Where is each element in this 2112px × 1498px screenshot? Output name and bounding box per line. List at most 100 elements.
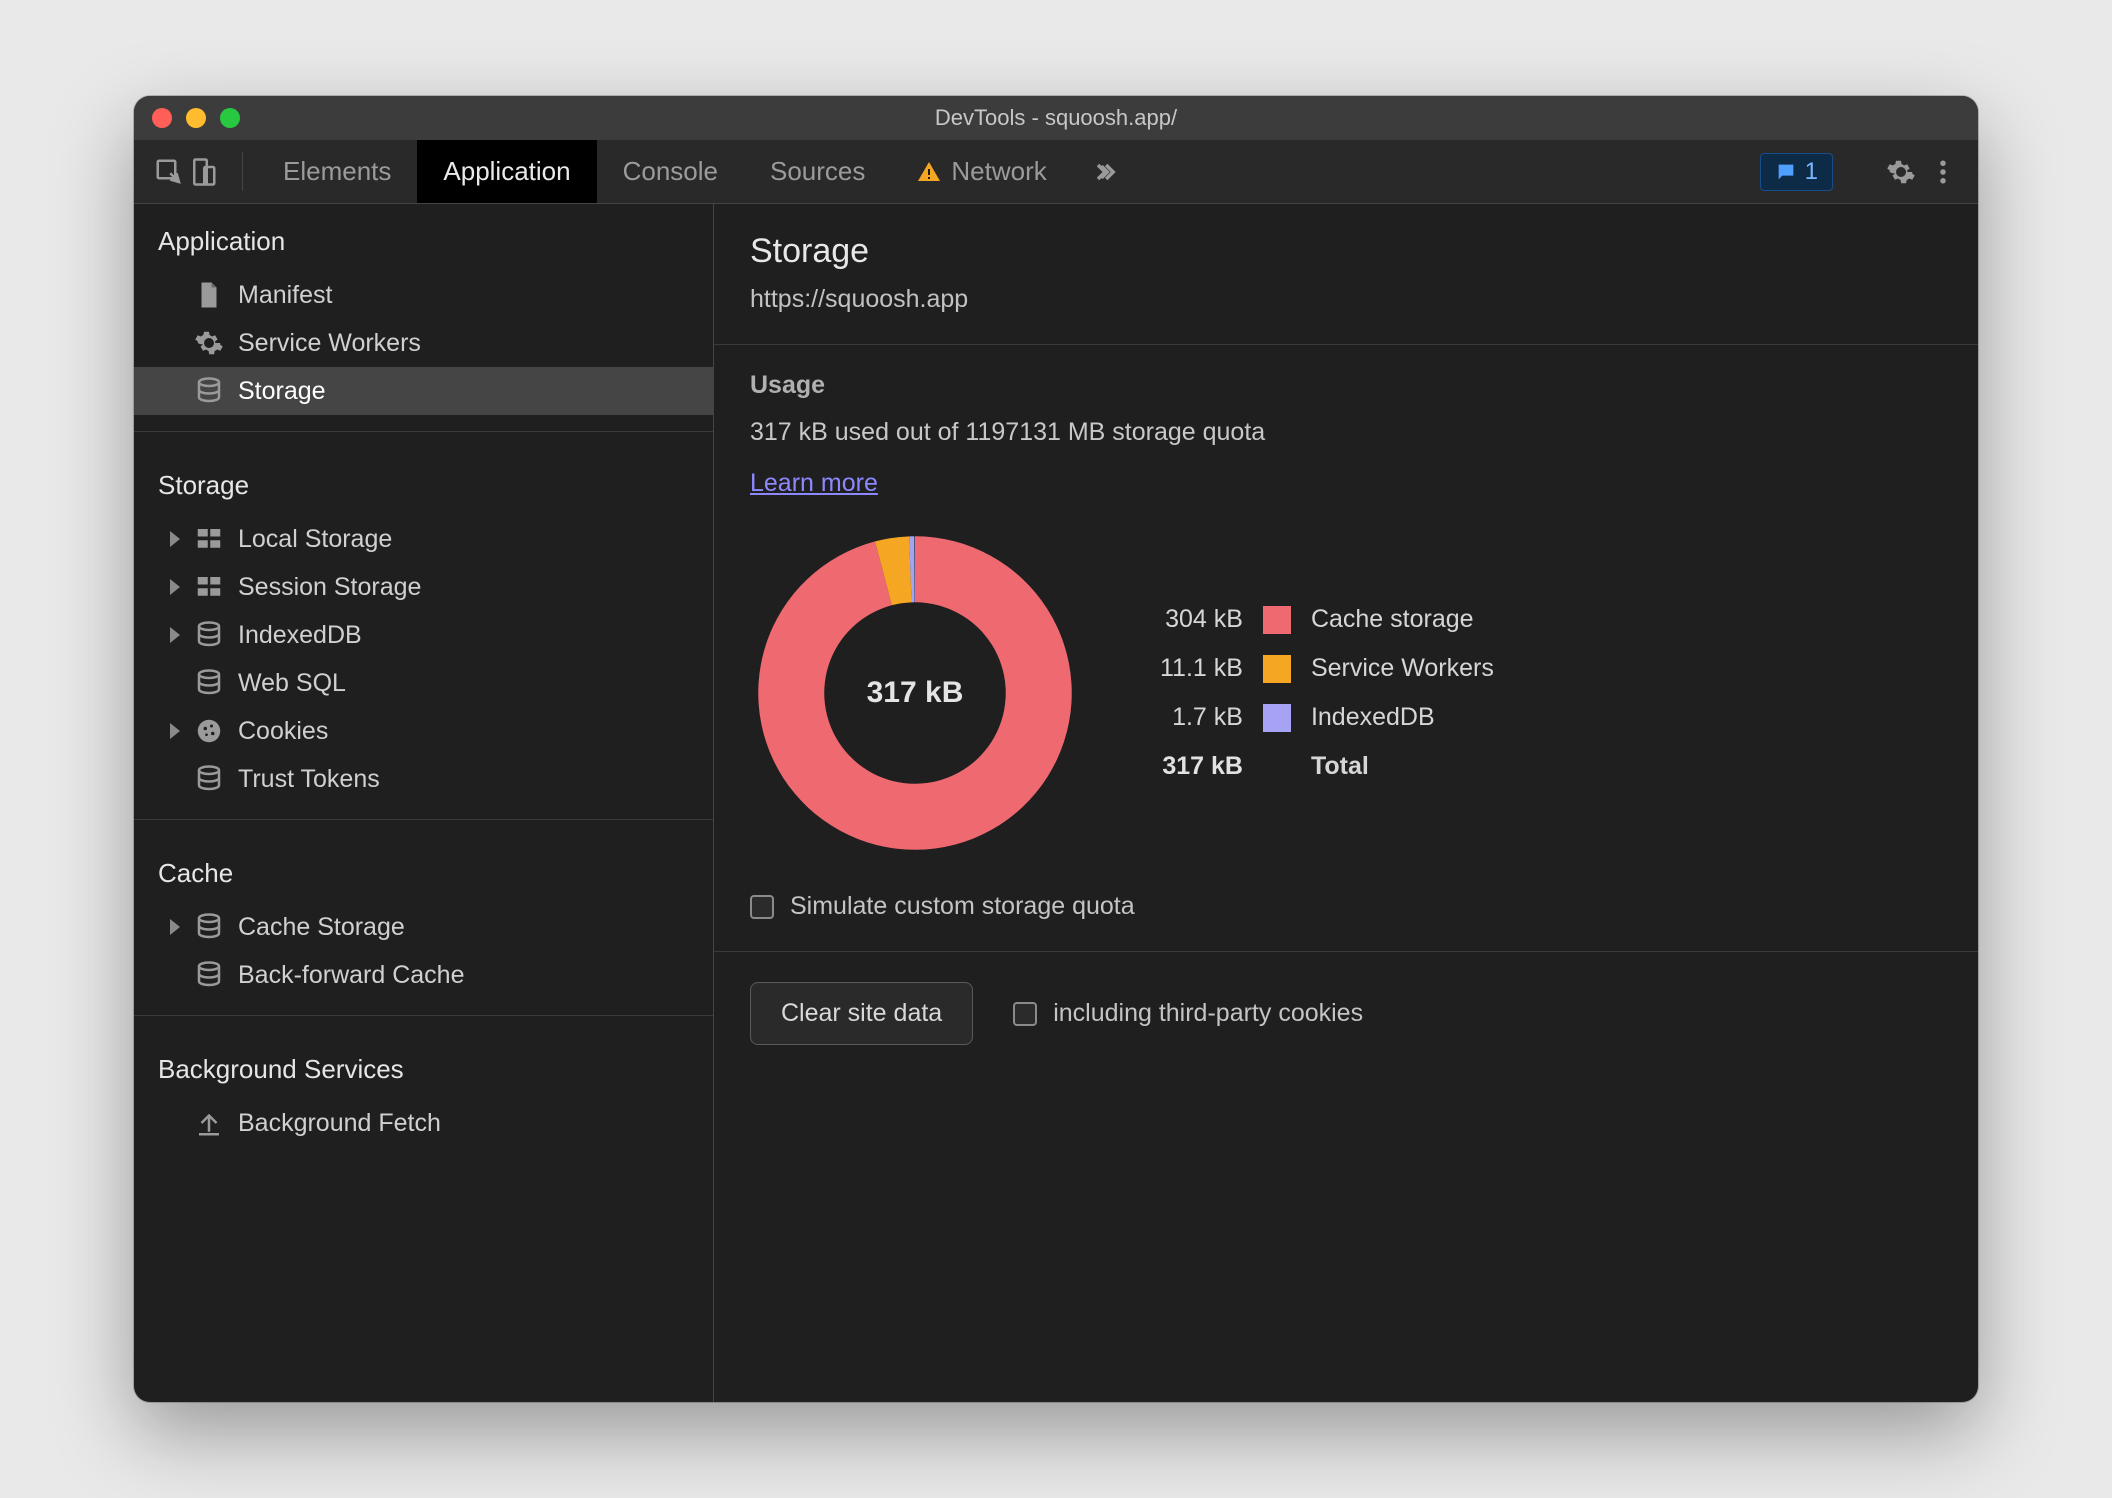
gear-icon (194, 328, 224, 358)
spacer (170, 383, 180, 399)
sidebar-group-title: Storage (134, 448, 713, 515)
simulate-quota-label: Simulate custom storage quota (790, 892, 1135, 921)
cookie-icon (194, 716, 224, 746)
device-toolbar-icon[interactable] (188, 157, 218, 187)
sidebar-item-back-forward-cache[interactable]: Back-forward Cache (134, 951, 713, 999)
sidebar-item-label: Session Storage (238, 573, 421, 602)
legend-total-value: 317 kB (1160, 752, 1243, 781)
spacer (170, 1115, 180, 1131)
sidebar-item-label: Cookies (238, 717, 328, 746)
legend-swatch (1263, 704, 1291, 732)
sidebar-item-cookies[interactable]: Cookies (134, 707, 713, 755)
tab-sources[interactable]: Sources (744, 140, 891, 203)
sidebar-item-label: IndexedDB (238, 621, 362, 650)
separator (134, 431, 713, 432)
usage-heading: Usage (750, 371, 1942, 400)
upload-icon (194, 1108, 224, 1138)
chevron-right-icon[interactable] (170, 723, 180, 739)
chevron-right-icon[interactable] (170, 627, 180, 643)
tab-label: Console (623, 156, 718, 187)
usage-legend: 304 kBCache storage11.1 kBService Worker… (1160, 605, 1494, 781)
usage-donut-chart: 317 kB (750, 528, 1080, 858)
inspect-element-icon[interactable] (154, 157, 184, 187)
spacer (170, 287, 180, 303)
db-icon (194, 668, 224, 698)
tab-elements[interactable]: Elements (257, 140, 417, 203)
sidebar-item-local-storage[interactable]: Local Storage (134, 515, 713, 563)
tab-application[interactable]: Application (417, 140, 596, 203)
tab-label: Elements (283, 156, 391, 187)
application-sidebar: ApplicationManifestService WorkersStorag… (134, 204, 714, 1402)
sidebar-item-label: Cache Storage (238, 913, 405, 942)
sidebar-item-label: Manifest (238, 281, 332, 310)
title-bar: DevTools - squoosh.app/ (134, 96, 1978, 140)
learn-more-link[interactable]: Learn more (750, 469, 878, 497)
legend-value: 304 kB (1160, 605, 1243, 634)
grid-icon (194, 524, 224, 554)
simulate-quota-checkbox[interactable] (750, 895, 774, 919)
tab-console[interactable]: Console (597, 140, 744, 203)
issues-badge[interactable]: 1 (1760, 153, 1833, 191)
sidebar-item-storage[interactable]: Storage (134, 367, 713, 415)
storage-panel: Storage https://squoosh.app Usage 317 kB… (714, 204, 1978, 1402)
separator (242, 152, 243, 191)
actions-section: Clear site data including third-party co… (714, 952, 1978, 1075)
sidebar-item-label: Storage (238, 377, 326, 406)
panel-tabs: Elements Application Console Sources Net… (257, 140, 1137, 203)
sidebar-item-label: Background Fetch (238, 1109, 441, 1138)
clear-site-data-button[interactable]: Clear site data (750, 982, 973, 1045)
sidebar-item-label: Service Workers (238, 329, 421, 358)
origin-url: https://squoosh.app (750, 285, 1942, 314)
sidebar-item-indexeddb[interactable]: IndexedDB (134, 611, 713, 659)
devtools-window: DevTools - squoosh.app/ Elements Applica… (134, 96, 1978, 1402)
separator (134, 1015, 713, 1016)
legend-value: 1.7 kB (1160, 703, 1243, 732)
chevron-right-icon[interactable] (170, 579, 180, 595)
usage-chart-row: 317 kB 304 kBCache storage11.1 kBService… (750, 528, 1942, 858)
chevron-right-icon[interactable] (170, 531, 180, 547)
legend-value: 11.1 kB (1160, 654, 1243, 683)
third-party-row[interactable]: including third-party cookies (1013, 999, 1363, 1028)
sidebar-item-session-storage[interactable]: Session Storage (134, 563, 713, 611)
sidebar-item-cache-storage[interactable]: Cache Storage (134, 903, 713, 951)
db-icon (194, 376, 224, 406)
more-tabs-button[interactable] (1073, 140, 1137, 203)
grid-icon (194, 572, 224, 602)
sidebar-group-title: Cache (134, 836, 713, 903)
window-title: DevTools - squoosh.app/ (134, 105, 1978, 131)
spacer (170, 335, 180, 351)
kebab-menu-icon[interactable] (1928, 157, 1958, 187)
settings-icon[interactable] (1886, 157, 1916, 187)
devtools-toolbar: Elements Application Console Sources Net… (134, 140, 1978, 204)
sidebar-item-label: Local Storage (238, 525, 392, 554)
spacer (170, 675, 180, 691)
sidebar-item-background-fetch[interactable]: Background Fetch (134, 1099, 713, 1147)
simulate-quota-row[interactable]: Simulate custom storage quota (750, 892, 1942, 921)
usage-section: Usage 317 kB used out of 1197131 MB stor… (714, 345, 1978, 952)
page-title: Storage (750, 232, 1942, 271)
third-party-label: including third-party cookies (1053, 999, 1363, 1028)
db-icon (194, 912, 224, 942)
db-icon (194, 960, 224, 990)
chevron-right-icon[interactable] (170, 919, 180, 935)
tab-label: Network (951, 156, 1046, 187)
sidebar-item-web-sql[interactable]: Web SQL (134, 659, 713, 707)
legend-total-label: Total (1311, 752, 1494, 781)
sidebar-item-manifest[interactable]: Manifest (134, 271, 713, 319)
content-area: ApplicationManifestService WorkersStorag… (134, 204, 1978, 1402)
spacer (170, 967, 180, 983)
tab-label: Application (443, 156, 570, 187)
sidebar-group-title: Background Services (134, 1032, 713, 1099)
sidebar-item-label: Web SQL (238, 669, 346, 698)
sidebar-item-trust-tokens[interactable]: Trust Tokens (134, 755, 713, 803)
legend-label: Service Workers (1311, 654, 1494, 683)
file-icon (194, 280, 224, 310)
third-party-checkbox[interactable] (1013, 1002, 1037, 1026)
badge-count: 1 (1805, 158, 1818, 186)
spacer (170, 771, 180, 787)
sidebar-item-service-workers[interactable]: Service Workers (134, 319, 713, 367)
warning-icon (917, 160, 941, 184)
tab-label: Sources (770, 156, 865, 187)
donut-center-label: 317 kB (867, 676, 964, 710)
tab-network[interactable]: Network (891, 140, 1072, 203)
